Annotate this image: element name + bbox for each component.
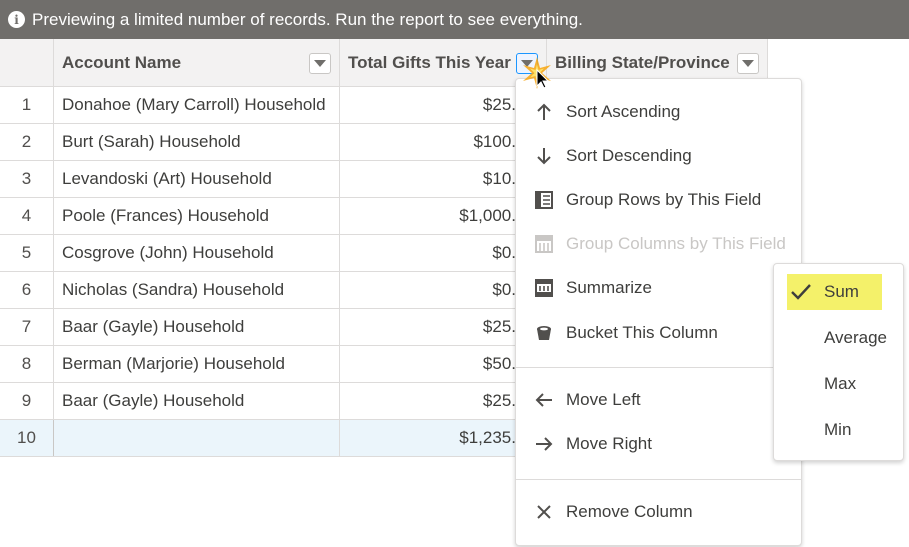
checkmark-icon <box>790 282 811 302</box>
menu-item-label: Move Left <box>566 390 641 409</box>
arrow-down-icon <box>534 146 554 166</box>
account-name-cell: Baar (Gayle) Household <box>54 309 340 345</box>
account-name-cell: Donahoe (Mary Carroll) Household <box>54 87 340 123</box>
column-header-account-name[interactable]: Account Name <box>54 39 340 86</box>
account-name-cell: Cosgrove (John) Household <box>54 235 340 271</box>
submenu-item-sum[interactable]: Sum <box>787 274 882 310</box>
column-menu-button[interactable] <box>309 53 331 74</box>
row-number: 1 <box>0 87 54 123</box>
menu-item-label: Group Columns by This Field <box>566 234 786 253</box>
bucket-icon <box>534 323 554 343</box>
menu-item-label: Sort Ascending <box>566 102 681 121</box>
menu-item-sort-descending[interactable]: Sort Descending <box>516 136 801 176</box>
account-name-cell: Burt (Sarah) Household <box>54 124 340 160</box>
row-number: 4 <box>0 198 54 234</box>
account-name-cell: Baar (Gayle) Household <box>54 383 340 419</box>
column-menu-button[interactable] <box>737 53 759 74</box>
arrow-up-icon <box>534 102 554 122</box>
menu-item-sort-ascending[interactable]: Sort Ascending <box>516 92 801 132</box>
menu-item-label: Sort Descending <box>566 146 692 165</box>
row-number: 6 <box>0 272 54 308</box>
submenu-item-max[interactable]: Max <box>774 366 903 402</box>
arrow-right-icon <box>534 434 554 454</box>
submenu-item-label: Sum <box>824 282 859 301</box>
submenu-item-label: Max <box>824 374 857 393</box>
row-number: 3 <box>0 161 54 197</box>
column-header-label: Total Gifts This Year <box>348 52 511 72</box>
menu-item-remove-column[interactable]: Remove Column <box>516 492 801 532</box>
account-name-cell: Berman (Marjorie) Household <box>54 346 340 382</box>
account-name-cell: Poole (Frances) Household <box>54 198 340 234</box>
account-name-cell: Levandoski (Art) Household <box>54 161 340 197</box>
column-header-label: Account Name <box>62 52 182 72</box>
group-columns-icon <box>534 234 554 254</box>
row-number: 5 <box>0 235 54 271</box>
preview-notice-bar: i Previewing a limited number of records… <box>0 0 909 39</box>
group-rows-icon <box>534 190 554 210</box>
row-number: 7 <box>0 309 54 345</box>
close-icon <box>534 502 554 522</box>
row-number: 2 <box>0 124 54 160</box>
column-actions-menu: Sort Ascending Sort Descending Group Row… <box>515 78 802 546</box>
submenu-item-min[interactable]: Min <box>774 412 903 448</box>
account-name-cell <box>54 420 340 456</box>
menu-item-label: Summarize <box>566 278 652 297</box>
menu-item-label: Remove Column <box>566 502 693 521</box>
menu-item-move-right[interactable]: Move Right <box>516 424 801 464</box>
row-number: 10 <box>0 420 54 456</box>
arrow-left-icon <box>534 390 554 410</box>
menu-item-move-left[interactable]: Move Left <box>516 380 801 420</box>
submenu-item-label: Average <box>824 328 888 347</box>
row-number-header <box>0 39 54 86</box>
menu-item-group-rows[interactable]: Group Rows by This Field <box>516 180 801 220</box>
column-header-label: Billing State/Province <box>555 52 730 72</box>
menu-item-label: Bucket This Column <box>566 323 718 342</box>
chevron-down-icon <box>314 60 326 67</box>
menu-item-label: Move Right <box>566 434 652 453</box>
row-number: 9 <box>0 383 54 419</box>
preview-notice-text: Previewing a limited number of records. … <box>32 9 583 29</box>
summarize-submenu: Sum Average Max Min <box>773 263 904 461</box>
menu-item-group-columns: Group Columns by This Field <box>516 224 801 264</box>
mouse-cursor-icon <box>520 56 554 90</box>
submenu-item-average[interactable]: Average <box>774 320 903 356</box>
submenu-item-label: Min <box>824 420 852 439</box>
account-name-cell: Nicholas (Sandra) Household <box>54 272 340 308</box>
info-icon: i <box>8 11 25 28</box>
menu-divider <box>516 367 801 368</box>
menu-item-bucket-column[interactable]: Bucket This Column <box>516 313 801 353</box>
chevron-down-icon <box>742 60 754 67</box>
row-number: 8 <box>0 346 54 382</box>
menu-item-summarize[interactable]: Summarize <box>516 268 801 308</box>
menu-item-label: Group Rows by This Field <box>566 190 762 209</box>
menu-divider <box>516 479 801 480</box>
summarize-icon <box>534 278 554 298</box>
